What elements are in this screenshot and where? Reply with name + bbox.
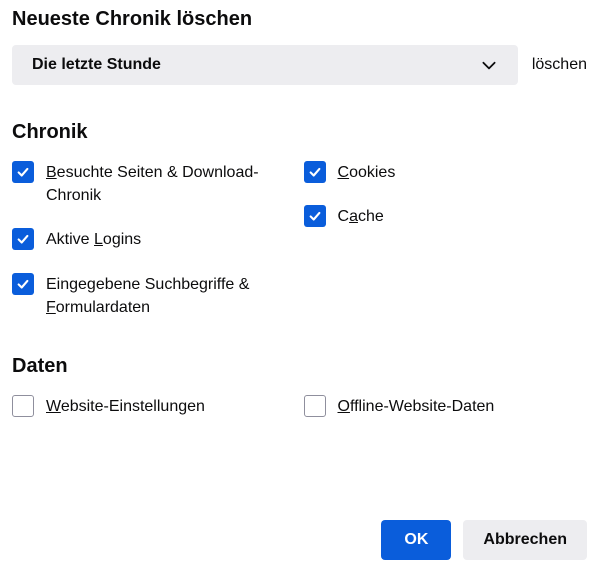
- checkbox-box[interactable]: [12, 273, 34, 295]
- history-section-heading: Chronik: [12, 121, 587, 144]
- time-range-suffix: löschen: [532, 56, 587, 74]
- checkbox-label: Offline-Website-Daten: [338, 394, 495, 418]
- data-section-heading: Daten: [12, 355, 587, 378]
- time-range-value: Die letzte Stunde: [32, 56, 161, 74]
- history-col-right: Cookies Cache: [304, 160, 588, 319]
- checkbox-cache[interactable]: Cache: [304, 204, 588, 228]
- data-col-left: Website-Einstellungen: [12, 394, 296, 418]
- ok-button[interactable]: OK: [381, 520, 451, 560]
- time-range-row: Die letzte Stunde löschen: [12, 45, 587, 85]
- checkbox-visited-downloads[interactable]: Besuchte Seiten & Download-Chronik: [12, 160, 296, 207]
- history-col-left: Besuchte Seiten & Download-Chronik Aktiv…: [12, 160, 296, 319]
- checkbox-active-logins[interactable]: Aktive Logins: [12, 227, 296, 251]
- data-options: Website-Einstellungen Offline-Website-Da…: [12, 394, 587, 418]
- dialog-title: Neueste Chronik löschen: [12, 8, 587, 31]
- checkbox-label: Besuchte Seiten & Download-Chronik: [46, 160, 296, 207]
- checkbox-label: Cookies: [338, 160, 396, 184]
- checkbox-site-settings[interactable]: Website-Einstellungen: [12, 394, 296, 418]
- checkbox-label: Aktive Logins: [46, 227, 141, 251]
- checkbox-box[interactable]: [12, 395, 34, 417]
- checkbox-box[interactable]: [12, 161, 34, 183]
- checkbox-cookies[interactable]: Cookies: [304, 160, 588, 184]
- checkbox-box[interactable]: [12, 228, 34, 250]
- dialog-footer: OK Abbrechen: [381, 520, 587, 560]
- checkbox-label: Website-Einstellungen: [46, 394, 205, 418]
- cancel-button[interactable]: Abbrechen: [463, 520, 587, 560]
- checkbox-box[interactable]: [304, 205, 326, 227]
- clear-history-dialog: Neueste Chronik löschen Die letzte Stund…: [0, 0, 599, 574]
- history-options: Besuchte Seiten & Download-Chronik Aktiv…: [12, 160, 587, 319]
- checkbox-box[interactable]: [304, 161, 326, 183]
- checkbox-label: Eingegebene Suchbegriffe & Formulardaten: [46, 272, 296, 319]
- time-range-select[interactable]: Die letzte Stunde: [12, 45, 518, 85]
- checkbox-label: Cache: [338, 204, 384, 228]
- data-col-right: Offline-Website-Daten: [304, 394, 588, 418]
- checkbox-offline-data[interactable]: Offline-Website-Daten: [304, 394, 588, 418]
- checkbox-box[interactable]: [304, 395, 326, 417]
- chevron-down-icon: [480, 56, 498, 74]
- checkbox-search-form-data[interactable]: Eingegebene Suchbegriffe & Formulardaten: [12, 272, 296, 319]
